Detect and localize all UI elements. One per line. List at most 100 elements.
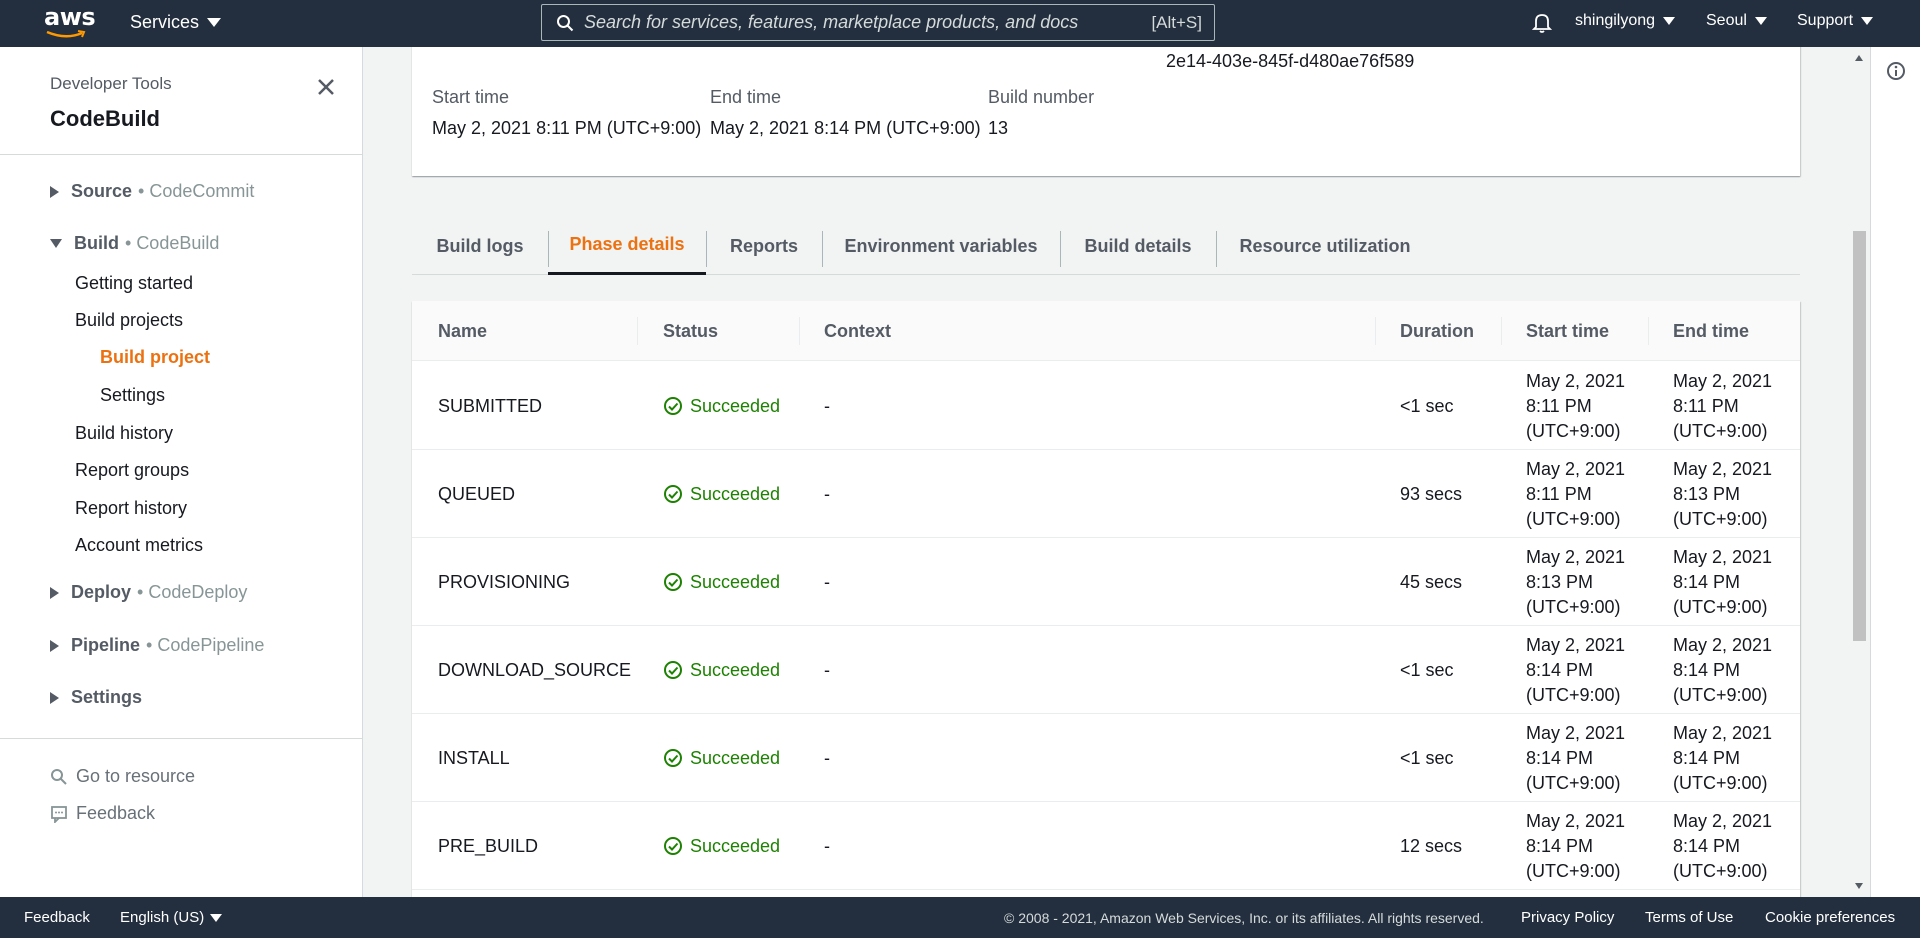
tab-resource-utilization[interactable]: Resource utilization (1216, 217, 1434, 275)
status-cell: Succeeded (663, 538, 780, 626)
services-label: Services (130, 12, 200, 32)
global-search[interactable]: [Alt+S] (541, 4, 1215, 41)
field-label: Build number (988, 87, 1095, 107)
phase-name-cell: PROVISIONING (438, 571, 571, 592)
aws-logo[interactable]: aws (44, 4, 96, 42)
footer-feedback-link[interactable]: Feedback (24, 909, 90, 926)
column-header-status[interactable]: Status (663, 301, 718, 361)
time-line: May 2, 2021 (1673, 458, 1773, 479)
phase-name-cell: PRE_BUILD (438, 835, 539, 856)
sidebar-item-report-groups[interactable]: Report groups (75, 460, 189, 481)
table-header: Name Status Context Duration Start time … (412, 301, 1800, 361)
field-value: May 2, 2021 8:14 PM (UTC+9:00) (710, 118, 981, 138)
section-sub: • CodeDeploy (137, 582, 248, 602)
table-row: QUEUED Succeeded - 93 secs May 2, 2021 8:11 P… (412, 450, 1800, 538)
context-cell: - (824, 835, 830, 856)
sidebar-item-build-projects[interactable]: Build projects (75, 310, 183, 331)
end-time-cell: May 2, 2021 8:14 PM (UTC+9:00) (1673, 626, 1772, 714)
section-name: Deploy (71, 582, 132, 602)
sidebar-title[interactable]: CodeBuild (50, 106, 172, 132)
tab-build-details[interactable]: Build details (1060, 217, 1216, 275)
status-cell: Succeeded (663, 802, 780, 890)
table-row: SUBMITTED Succeeded - <1 sec May 2, 2021 8:11… (412, 362, 1800, 450)
support-menu[interactable]: Support (1797, 12, 1874, 30)
vertical-scrollbar[interactable] (1851, 51, 1868, 893)
sidebar-item-build-project[interactable]: Build project (100, 347, 210, 368)
sidebar-item-build-history[interactable]: Build history (75, 423, 173, 444)
services-menu[interactable]: Services (130, 12, 222, 33)
region-menu[interactable]: Seoul (1706, 12, 1767, 30)
duration-cell: 93 secs (1400, 483, 1463, 504)
bell-icon[interactable] (1532, 12, 1552, 34)
sidebar-section-settings[interactable]: Settings (50, 687, 142, 708)
time-line: (UTC+9:00) (1673, 596, 1768, 617)
column-header-name[interactable]: Name (438, 301, 487, 361)
caret-down-icon (1754, 17, 1767, 25)
tab-environment-variables[interactable]: Environment variables (822, 217, 1060, 275)
language-selector[interactable]: English (US) (120, 909, 223, 926)
caret-down-icon (210, 914, 223, 923)
time-line: May 2, 2021 (1673, 810, 1773, 831)
time-line: May 2, 2021 (1673, 370, 1773, 391)
status-label: Succeeded (690, 659, 781, 680)
column-separator (1501, 317, 1502, 345)
start-time-cell: May 2, 2021 8:13 PM (UTC+9:00) (1526, 538, 1625, 626)
scroll-down-icon[interactable] (1855, 883, 1863, 889)
section-sub: • CodeBuild (125, 233, 220, 253)
success-check-icon (664, 485, 682, 503)
search-icon (557, 14, 574, 31)
scrollbar-thumb[interactable] (1853, 231, 1866, 641)
privacy-policy-link[interactable]: Privacy Policy (1521, 909, 1614, 926)
cookie-preferences-link[interactable]: Cookie preferences (1765, 909, 1895, 926)
time-line: 8:11 PM (1526, 395, 1592, 416)
field-value: May 2, 2021 8:11 PM (UTC+9:00) (432, 118, 702, 138)
sidebar-section-build[interactable]: Build • CodeBuild (50, 233, 219, 254)
scroll-up-icon[interactable] (1855, 55, 1863, 61)
sidebar-section-deploy[interactable]: Deploy • CodeDeploy (50, 582, 247, 603)
status-label: Succeeded (690, 395, 781, 416)
go-to-resource-link[interactable]: Go to resource (50, 766, 195, 787)
sidebar-item-settings[interactable]: Settings (100, 385, 165, 406)
sidebar-kicker[interactable]: Developer Tools (50, 74, 172, 94)
time-line: May 2, 2021 (1526, 458, 1626, 479)
tab-phase-details[interactable]: Phase details (548, 217, 706, 275)
success-check-icon (664, 749, 682, 767)
sidebar-item-account-metrics[interactable]: Account metrics (75, 535, 203, 556)
terms-of-use-link[interactable]: Terms of Use (1645, 909, 1733, 926)
start-time-cell: May 2, 2021 8:14 PM (UTC+9:00) (1526, 714, 1625, 802)
time-line: (UTC+9:00) (1526, 860, 1621, 881)
column-header-start-time[interactable]: Start time (1526, 301, 1609, 361)
expand-right-icon (50, 586, 59, 599)
sidebar-divider (0, 738, 363, 739)
duration-cell: <1 sec (1400, 659, 1454, 680)
feedback-link[interactable]: Feedback (50, 803, 155, 824)
column-header-end-time[interactable]: End time (1673, 301, 1749, 361)
sidebar-divider (0, 154, 363, 155)
table-row: DOWNLOAD_SOURCE Succeeded - <1 sec May 2, 20… (412, 626, 1800, 714)
time-line: (UTC+9:00) (1526, 684, 1621, 705)
field-label: End time (710, 87, 782, 107)
copyright-text: © 2008 - 2021, Amazon Web Services, Inc.… (1004, 910, 1484, 926)
start-time-cell: May 2, 2021 8:11 PM (UTC+9:00) (1526, 450, 1625, 538)
column-separator (637, 317, 638, 345)
sidebar-section-pipeline[interactable]: Pipeline • CodePipeline (50, 635, 264, 656)
success-check-icon (664, 837, 682, 855)
time-line: May 2, 2021 (1673, 546, 1773, 567)
column-header-duration[interactable]: Duration (1400, 301, 1474, 361)
sidebar-item-getting-started[interactable]: Getting started (75, 273, 193, 294)
tools-rail (1870, 47, 1920, 897)
tab-build-logs[interactable]: Build logs (412, 217, 548, 275)
search-icon (51, 768, 67, 785)
sidebar-section-source[interactable]: Source • CodeCommit (50, 181, 254, 202)
search-input[interactable] (584, 12, 1152, 33)
close-icon[interactable] (316, 77, 336, 97)
end-time-cell: May 2, 2021 8:11 PM (UTC+9:00) (1673, 362, 1772, 450)
tab-reports[interactable]: Reports (706, 217, 822, 275)
info-icon[interactable] (1886, 61, 1906, 81)
status-cell: Succeeded (663, 450, 780, 538)
sidebar-item-report-history[interactable]: Report history (75, 498, 187, 519)
field-label: Start time (432, 87, 510, 107)
caret-down-icon (207, 18, 222, 27)
column-header-context[interactable]: Context (824, 301, 891, 361)
user-menu[interactable]: shingilyong (1575, 12, 1676, 30)
